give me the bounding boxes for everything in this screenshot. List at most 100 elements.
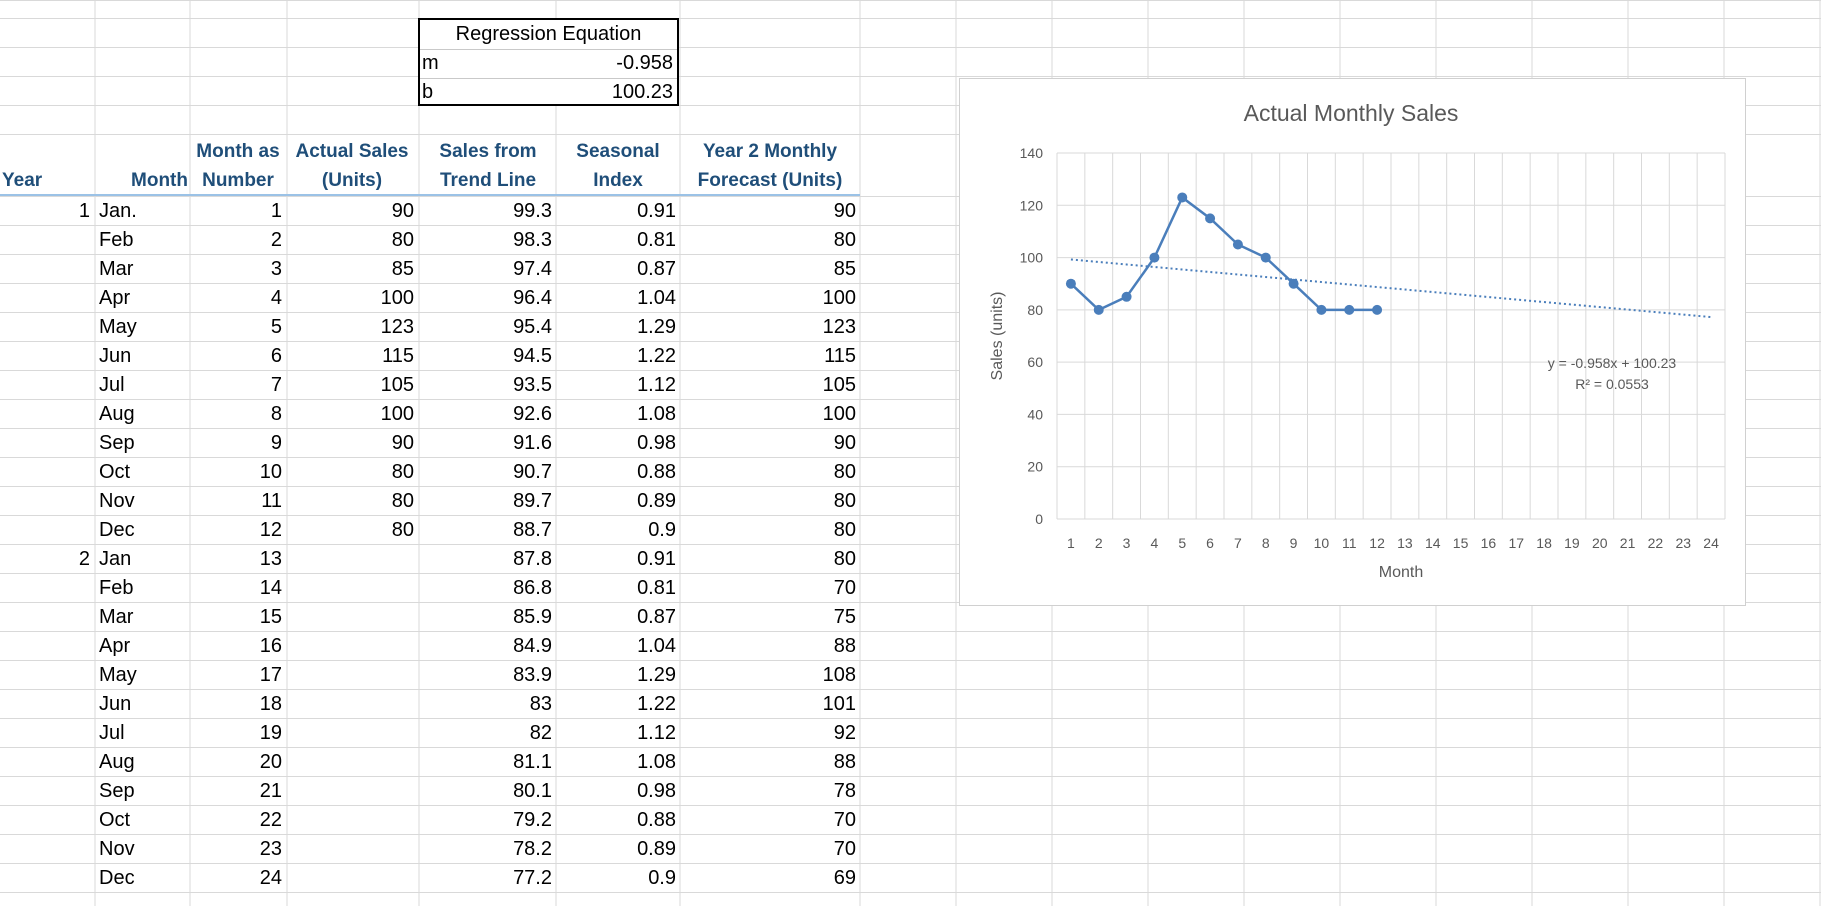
- seasonal-index-cell[interactable]: 1.29: [556, 313, 680, 342]
- forecast-cell[interactable]: 115: [680, 342, 860, 371]
- forecast-cell[interactable]: 75: [680, 603, 860, 632]
- month-number-cell[interactable]: 3: [190, 255, 286, 284]
- year-cell[interactable]: [0, 748, 94, 777]
- seasonal-index-cell[interactable]: 1.04: [556, 284, 680, 313]
- month-cell[interactable]: Jan.: [95, 197, 189, 226]
- trend-sales-cell[interactable]: 93.5: [420, 371, 556, 400]
- forecast-cell[interactable]: 90: [680, 197, 860, 226]
- seasonal-index-cell[interactable]: 0.81: [556, 574, 680, 603]
- forecast-cell[interactable]: 101: [680, 690, 860, 719]
- forecast-cell[interactable]: 80: [680, 458, 860, 487]
- year-cell[interactable]: [0, 603, 94, 632]
- month-cell[interactable]: Apr: [95, 632, 189, 661]
- forecast-cell[interactable]: 100: [680, 284, 860, 313]
- month-cell[interactable]: Sep: [95, 777, 189, 806]
- month-number-cell[interactable]: 22: [190, 806, 286, 835]
- month-number-cell[interactable]: 11: [190, 487, 286, 516]
- year-cell[interactable]: [0, 777, 94, 806]
- seasonal-index-cell[interactable]: 1.22: [556, 342, 680, 371]
- month-number-cell[interactable]: 15: [190, 603, 286, 632]
- trend-sales-cell[interactable]: 92.6: [420, 400, 556, 429]
- year-cell[interactable]: [0, 690, 94, 719]
- year-cell[interactable]: [0, 661, 94, 690]
- actual-sales-cell[interactable]: 80: [287, 516, 418, 545]
- month-number-cell[interactable]: 13: [190, 545, 286, 574]
- month-number-cell[interactable]: 2: [190, 226, 286, 255]
- forecast-cell[interactable]: 70: [680, 835, 860, 864]
- forecast-cell[interactable]: 108: [680, 661, 860, 690]
- month-number-cell[interactable]: 4: [190, 284, 286, 313]
- month-number-cell[interactable]: 23: [190, 835, 286, 864]
- month-cell[interactable]: Dec: [95, 864, 189, 893]
- month-cell[interactable]: May: [95, 313, 189, 342]
- trend-sales-cell[interactable]: 88.7: [420, 516, 556, 545]
- trend-sales-cell[interactable]: 95.4: [420, 313, 556, 342]
- forecast-cell[interactable]: 90: [680, 429, 860, 458]
- year-cell[interactable]: [0, 400, 94, 429]
- forecast-cell[interactable]: 78: [680, 777, 860, 806]
- month-number-cell[interactable]: 6: [190, 342, 286, 371]
- forecast-cell[interactable]: 80: [680, 487, 860, 516]
- year-cell[interactable]: [0, 864, 94, 893]
- forecast-cell[interactable]: 80: [680, 545, 860, 574]
- seasonal-index-cell[interactable]: 0.89: [556, 835, 680, 864]
- trend-sales-cell[interactable]: 87.8: [420, 545, 556, 574]
- year-cell[interactable]: [0, 342, 94, 371]
- actual-sales-cell[interactable]: [287, 864, 418, 893]
- year-cell[interactable]: [0, 284, 94, 313]
- actual-sales-cell[interactable]: 100: [287, 400, 418, 429]
- trend-sales-cell[interactable]: 96.4: [420, 284, 556, 313]
- actual-sales-cell[interactable]: 100: [287, 284, 418, 313]
- trend-sales-cell[interactable]: 85.9: [420, 603, 556, 632]
- trend-sales-cell[interactable]: 81.1: [420, 748, 556, 777]
- regression-title[interactable]: Regression Equation: [420, 20, 677, 49]
- header-forecast-line1[interactable]: Year 2 Monthly: [680, 137, 860, 166]
- header-month-number-line1[interactable]: Month as: [190, 137, 286, 166]
- trend-sales-cell[interactable]: 94.5: [420, 342, 556, 371]
- month-cell[interactable]: Jun: [95, 342, 189, 371]
- chart-actual-monthly-sales[interactable]: 0 20 40 60 80 100 120 140 1 2 3 4 5 6 7 8 9 10 11 12 13 14 15 1…: [959, 78, 1746, 606]
- month-number-cell[interactable]: 24: [190, 864, 286, 893]
- month-number-cell[interactable]: 10: [190, 458, 286, 487]
- year-cell[interactable]: [0, 806, 94, 835]
- header-trend-line1[interactable]: Sales from: [420, 137, 556, 166]
- forecast-cell[interactable]: 70: [680, 806, 860, 835]
- trend-sales-cell[interactable]: 84.9: [420, 632, 556, 661]
- actual-sales-cell[interactable]: 80: [287, 226, 418, 255]
- year-cell[interactable]: 2: [0, 545, 94, 574]
- forecast-cell[interactable]: 88: [680, 748, 860, 777]
- month-number-cell[interactable]: 20: [190, 748, 286, 777]
- year-cell[interactable]: [0, 719, 94, 748]
- header-seasonal-line2[interactable]: Index: [556, 166, 680, 195]
- header-forecast-line2[interactable]: Forecast (Units): [680, 166, 860, 195]
- actual-sales-cell[interactable]: 80: [287, 487, 418, 516]
- trend-sales-cell[interactable]: 83.9: [420, 661, 556, 690]
- month-number-cell[interactable]: 19: [190, 719, 286, 748]
- trend-sales-cell[interactable]: 80.1: [420, 777, 556, 806]
- seasonal-index-cell[interactable]: 0.81: [556, 226, 680, 255]
- seasonal-index-cell[interactable]: 1.12: [556, 719, 680, 748]
- month-cell[interactable]: Jan: [95, 545, 189, 574]
- regression-m-label[interactable]: m: [418, 49, 538, 78]
- actual-sales-cell[interactable]: [287, 719, 418, 748]
- month-cell[interactable]: Sep: [95, 429, 189, 458]
- trend-sales-cell[interactable]: 98.3: [420, 226, 556, 255]
- header-actual-sales-line2[interactable]: (Units): [287, 166, 417, 195]
- month-number-cell[interactable]: 1: [190, 197, 286, 226]
- year-cell[interactable]: [0, 516, 94, 545]
- actual-sales-cell[interactable]: 123: [287, 313, 418, 342]
- month-cell[interactable]: May: [95, 661, 189, 690]
- actual-sales-cell[interactable]: [287, 777, 418, 806]
- seasonal-index-cell[interactable]: 0.9: [556, 516, 680, 545]
- year-cell[interactable]: [0, 458, 94, 487]
- month-number-cell[interactable]: 8: [190, 400, 286, 429]
- forecast-cell[interactable]: 85: [680, 255, 860, 284]
- trend-sales-cell[interactable]: 99.3: [420, 197, 556, 226]
- month-cell[interactable]: Aug: [95, 400, 189, 429]
- month-number-cell[interactable]: 18: [190, 690, 286, 719]
- actual-sales-cell[interactable]: [287, 661, 418, 690]
- year-cell[interactable]: [0, 632, 94, 661]
- month-cell[interactable]: Nov: [95, 487, 189, 516]
- year-cell[interactable]: [0, 487, 94, 516]
- month-cell[interactable]: Dec: [95, 516, 189, 545]
